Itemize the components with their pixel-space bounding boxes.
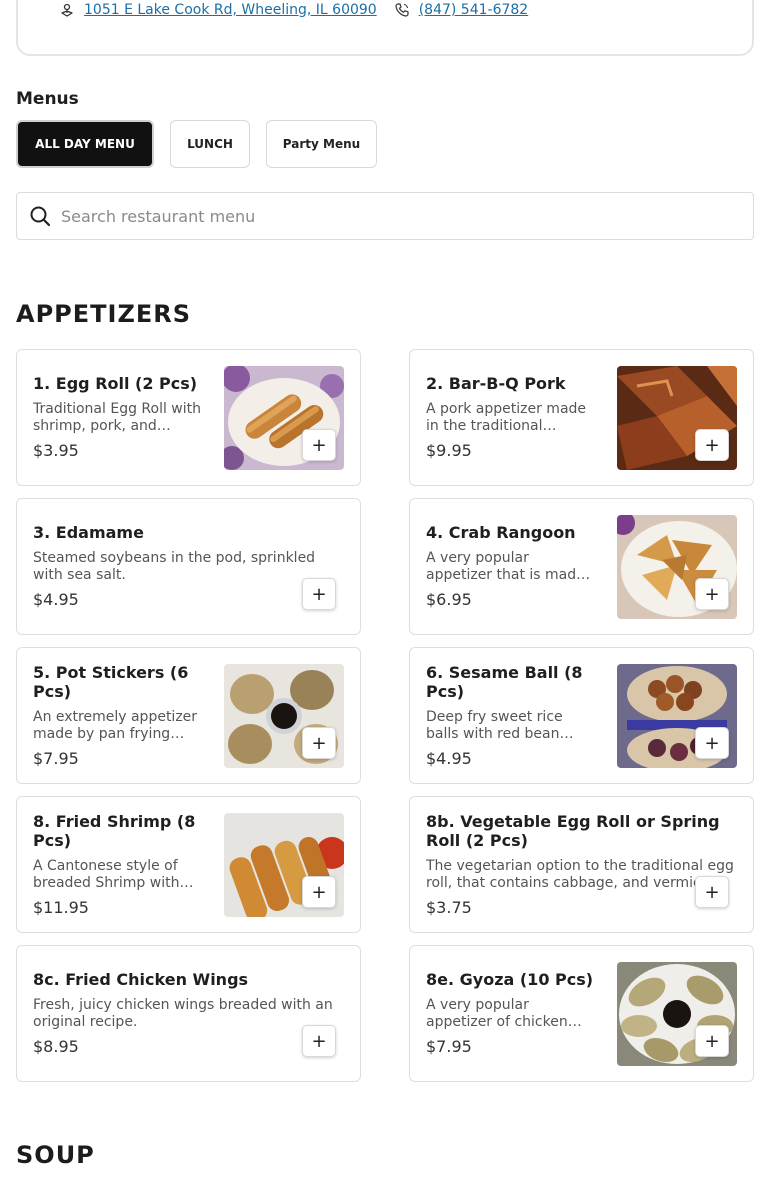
item-price: $8.95 <box>33 1037 79 1056</box>
search-input[interactable] <box>61 206 711 226</box>
item-description: A pork appetizer made in the traditional… <box>426 401 587 434</box>
menu-tabs: ALL DAY MENU LUNCH Party Menu <box>16 120 377 168</box>
item-name: 8b. Vegetable Egg Roll or Spring Roll (2… <box>426 811 720 850</box>
item-price: $3.95 <box>33 441 79 460</box>
item-name: 8e. Gyoza (10 Pcs) <box>426 970 594 989</box>
tab-party-menu[interactable]: Party Menu <box>266 120 377 168</box>
restaurant-info-card: 1051 E Lake Cook Rd, Wheeling, IL 60090 … <box>16 0 754 56</box>
tab-all-day-menu[interactable]: ALL DAY MENU <box>16 120 154 168</box>
item-price: $4.95 <box>426 748 472 768</box>
item-name: 2. Bar-B-Q Pork <box>426 374 566 393</box>
add-item-button[interactable]: + <box>302 1025 336 1057</box>
item-price: $11.95 <box>33 897 89 917</box>
item-price: $9.95 <box>426 441 472 460</box>
item-price: $7.95 <box>426 1037 472 1056</box>
item-description: A very popular appetizer that is made wi… <box>426 550 585 583</box>
item-description: Steamed soybeans in the pod, sprinkled w… <box>33 550 316 583</box>
item-price: $3.75 <box>426 897 472 917</box>
contact-row: 1051 E Lake Cook Rd, Wheeling, IL 60090 … <box>58 1 528 19</box>
menu-item-card[interactable]: 3. Edamame Steamed soybeans in the pod, … <box>16 498 361 635</box>
item-name: 5. Pot Stickers (6 Pcs) <box>33 662 189 701</box>
menu-item-card[interactable]: 8. Fried Shrimp (8 Pcs) A Cantonese styl… <box>16 796 361 933</box>
section-title-appetizers: APPETIZERS <box>16 300 192 328</box>
add-item-button[interactable]: + <box>695 578 729 610</box>
menu-item-card[interactable]: 8e. Gyoza (10 Pcs) A very popular appeti… <box>409 945 754 1082</box>
tab-lunch[interactable]: LUNCH <box>170 120 250 168</box>
add-item-button[interactable]: + <box>302 429 336 461</box>
item-price: $6.95 <box>426 590 472 609</box>
search-icon <box>29 205 51 227</box>
menu-item-card[interactable]: 8c. Fried Chicken Wings Fresh, juicy chi… <box>16 945 361 1082</box>
menu-item-card[interactable]: 4. Crab Rangoon A very popular appetizer… <box>409 498 754 635</box>
menu-item-card[interactable]: 6. Sesame Ball (8 Pcs) Deep fry sweet ri… <box>409 647 754 784</box>
item-price: $7.95 <box>33 748 79 768</box>
item-price: $4.95 <box>33 590 79 609</box>
item-description: Traditional Egg Roll with shrimp, pork, … <box>33 401 202 434</box>
item-description: The vegetarian option to the traditional… <box>426 857 734 891</box>
item-description: Deep fry sweet rice balls with red bean … <box>426 708 563 742</box>
add-item-button[interactable]: + <box>695 1025 729 1057</box>
add-item-button[interactable]: + <box>695 727 729 759</box>
item-name: 8c. Fried Chicken Wings <box>33 970 249 989</box>
section-title-soup: SOUP <box>16 1141 95 1169</box>
item-name: 4. Crab Rangoon <box>426 523 576 542</box>
item-name: 1. Egg Roll (2 Pcs) <box>33 374 198 393</box>
item-description: A very popular appetizer of chicken dump… <box>426 997 568 1030</box>
item-description: An extremely appetizer made by pan fryin… <box>33 708 198 742</box>
item-name: 8. Fried Shrimp (8 Pcs) <box>33 811 196 850</box>
item-description: Fresh, juicy chicken wings breaded with … <box>33 997 333 1030</box>
add-item-button[interactable]: + <box>302 727 336 759</box>
location-icon <box>58 1 76 19</box>
phone-icon <box>393 1 411 19</box>
item-name: 6. Sesame Ball (8 Pcs) <box>426 662 583 701</box>
menu-search-box <box>16 192 754 240</box>
add-item-button[interactable]: + <box>695 876 729 908</box>
menus-heading: Menus <box>16 89 79 109</box>
add-item-button[interactable]: + <box>302 876 336 908</box>
item-name: 3. Edamame <box>33 523 144 542</box>
address-link[interactable]: 1051 E Lake Cook Rd, Wheeling, IL 60090 <box>84 2 377 18</box>
menu-item-card[interactable]: 5. Pot Stickers (6 Pcs) An extremely app… <box>16 647 361 784</box>
add-item-button[interactable]: + <box>302 578 336 610</box>
menu-item-card[interactable]: 1. Egg Roll (2 Pcs) Traditional Egg Roll… <box>16 349 361 486</box>
add-item-button[interactable]: + <box>695 429 729 461</box>
menu-item-card[interactable]: 2. Bar-B-Q Pork A pork appetizer made in… <box>409 349 754 486</box>
phone-link[interactable]: (847) 541-6782 <box>419 2 529 18</box>
menu-item-card[interactable]: 8b. Vegetable Egg Roll or Spring Roll (2… <box>409 796 754 933</box>
item-description: A Cantonese style of breaded Shrimp with… <box>33 857 180 891</box>
